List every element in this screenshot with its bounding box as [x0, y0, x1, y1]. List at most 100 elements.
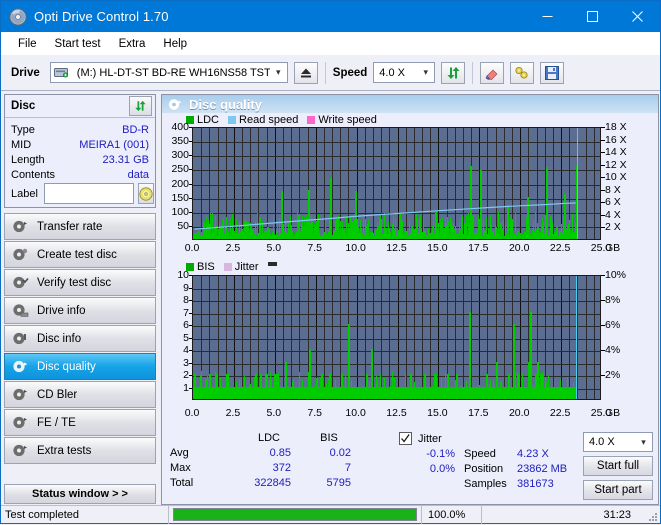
sidebar-item-cd-bler[interactable]: CD Bler	[4, 381, 156, 408]
read-speed-line	[194, 202, 576, 230]
chart-bar-noise	[487, 397, 488, 399]
stats-total-bis: 5795	[326, 477, 351, 489]
test-speed-select[interactable]: 4.0 X ▾	[583, 432, 653, 452]
close-button[interactable]	[615, 1, 660, 32]
erase-button[interactable]	[480, 61, 505, 84]
eject-button[interactable]	[293, 61, 318, 84]
chart-bar-noise	[469, 372, 470, 399]
tools-button[interactable]	[510, 61, 535, 84]
jitter-checkbox[interactable]	[399, 432, 412, 445]
chevron-down-icon: ▾	[641, 436, 646, 447]
sidebar-item-fe-te[interactable]: FE / TE	[4, 409, 156, 436]
stats-row-avg-label: Avg	[170, 447, 189, 459]
progress-text: 100.0%	[421, 505, 481, 524]
status-window-button[interactable]: Status window > >	[4, 484, 156, 504]
legend-swatch	[228, 116, 237, 124]
grid-line-vertical	[406, 276, 407, 399]
menu-extra[interactable]: Extra	[110, 35, 155, 53]
chart-bar-noise	[335, 378, 336, 399]
chart-bar-noise	[461, 384, 462, 399]
chart-bar-noise	[337, 397, 338, 399]
legend-swatch	[307, 116, 316, 124]
status-message: Test completed	[1, 505, 169, 524]
y2-tick-label: 8%	[605, 294, 621, 306]
chart-bar-noise	[410, 396, 411, 399]
chart-bar-noise	[554, 397, 555, 399]
ldc-plot-area	[192, 127, 601, 240]
eraser-icon	[486, 69, 498, 80]
grid-line-vertical	[463, 276, 464, 399]
sidebar-item-drive-info[interactable]: Drive info	[4, 297, 156, 324]
disc-label-input[interactable]	[43, 183, 134, 204]
chart-bar-noise	[548, 376, 549, 399]
samples-stat-label: Samples	[464, 478, 507, 490]
sidebar-item-create-test-disc[interactable]: Create test disc	[4, 241, 156, 268]
chart-bar-noise	[309, 397, 310, 399]
chart-bar-noise	[241, 378, 242, 399]
ldc-chart: 400 350 300 250 200 150 100 50 18 X 16 X 14 X 12 X1…	[162, 121, 658, 247]
chart-bar-noise	[234, 397, 235, 399]
sidebar-item-label: CD Bler	[37, 388, 78, 401]
menu-file[interactable]: File	[9, 35, 46, 53]
chart-bar-noise	[539, 397, 540, 399]
sidebar-item-verify-test-disc[interactable]: Verify test disc	[4, 269, 156, 296]
chart-bar-noise	[278, 397, 279, 399]
y-tick-label: 10	[177, 269, 189, 281]
chart-bar-noise	[459, 396, 460, 399]
chart1-legend: LDC Read speed Write speed	[162, 113, 658, 127]
y-tick-mark	[189, 225, 192, 227]
chart-bar-noise	[406, 397, 407, 399]
sidebar-item-transfer-rate[interactable]: Transfer rate	[4, 213, 156, 240]
chart-bar-noise	[389, 397, 390, 399]
menu-start-test[interactable]: Start test	[46, 35, 110, 53]
refresh-button[interactable]	[441, 61, 466, 84]
elapsed-time: 31:23	[481, 505, 637, 524]
start-full-button[interactable]: Start full	[583, 456, 653, 476]
minimize-button[interactable]	[525, 1, 570, 32]
chart-bar-noise	[574, 397, 575, 399]
grid-line-vertical	[373, 276, 374, 399]
chart-bar-noise	[484, 397, 485, 399]
chart-bar-noise	[405, 373, 406, 399]
maximize-button[interactable]	[570, 1, 615, 32]
chart-bar-noise	[430, 397, 431, 399]
test-speed-value: 4.0 X	[589, 436, 615, 448]
chart-bar-noise	[308, 371, 309, 399]
grid-line-horizontal	[193, 351, 600, 352]
y-tick-mark	[189, 211, 192, 213]
disc-row-value: BD-R	[122, 123, 149, 136]
y-tick-mark	[189, 169, 192, 171]
legend-item-jitter: Jitter	[223, 261, 259, 273]
chart-bar-noise	[275, 397, 276, 399]
disc-icon	[139, 186, 153, 201]
save-button[interactable]	[540, 61, 565, 84]
disc-label-button[interactable]	[137, 183, 154, 204]
disc-refresh-button[interactable]	[129, 96, 152, 116]
sidebar-item-disc-quality[interactable]: Disc quality	[4, 353, 156, 380]
legend-swatch	[223, 263, 232, 271]
end-position-marker	[577, 128, 578, 239]
chart-bar-noise	[445, 397, 446, 399]
chart-bar-noise	[218, 391, 219, 399]
stats-header-ldc: LDC	[257, 432, 280, 444]
chart-bar-noise	[340, 394, 341, 399]
speed-select[interactable]: 4.0 X ▾	[373, 62, 436, 83]
y2-tick-mark	[601, 127, 605, 128]
start-part-button[interactable]: Start part	[583, 480, 653, 500]
sidebar-item-label: Verify test disc	[37, 276, 112, 289]
resize-grip[interactable]	[646, 510, 658, 522]
sidebar-item-label: Disc quality	[37, 360, 96, 373]
jitter-label: Jitter	[418, 433, 442, 445]
drive-select[interactable]: (M:) HL-DT-ST BD-RE WH16NS58 TST4 ▾	[49, 62, 288, 83]
chart-bar-noise	[467, 388, 468, 399]
menu-help[interactable]: Help	[154, 35, 196, 53]
sidebar-item-extra-tests[interactable]: Extra tests	[4, 437, 156, 464]
chart-bar-noise	[201, 375, 202, 399]
chart-bar-noise	[384, 378, 385, 399]
chart-bar-noise	[317, 377, 318, 399]
samples-stat-value: 381673	[517, 478, 554, 490]
chart-bar-noise	[533, 385, 534, 399]
grid-line-vertical	[430, 276, 431, 399]
sidebar-item-disc-info[interactable]: Disc info	[4, 325, 156, 352]
y2-tick-mark	[601, 139, 605, 141]
